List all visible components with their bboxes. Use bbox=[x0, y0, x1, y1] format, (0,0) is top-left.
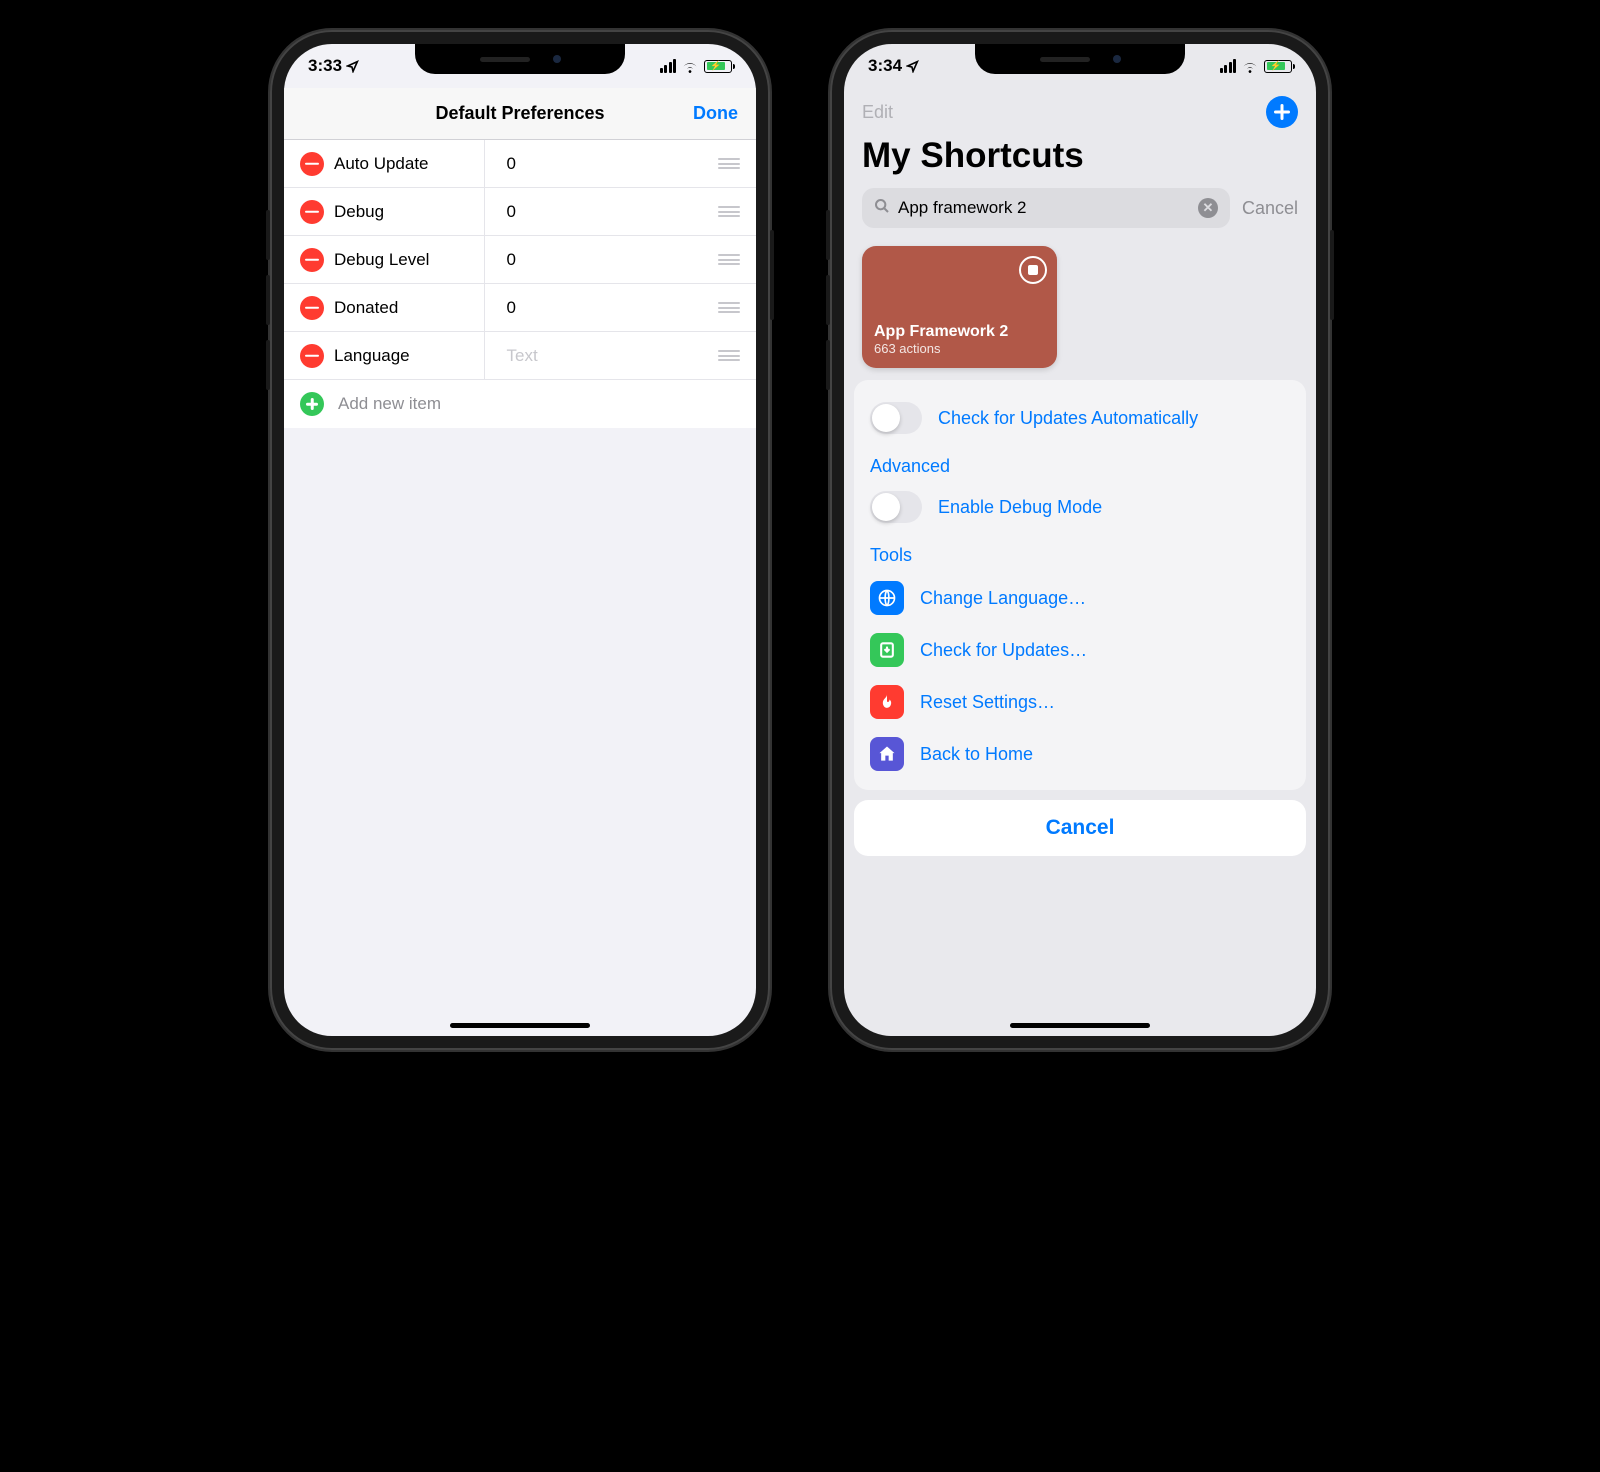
pref-key: Debug bbox=[334, 202, 474, 222]
pref-key: Language bbox=[334, 346, 474, 366]
plus-icon bbox=[300, 392, 324, 416]
pref-value[interactable]: 0 bbox=[495, 250, 709, 270]
toggle-label: Enable Debug Mode bbox=[938, 497, 1102, 518]
tool-label: Change Language… bbox=[920, 588, 1086, 609]
toggle-switch[interactable] bbox=[870, 491, 922, 523]
done-button[interactable]: Done bbox=[693, 103, 738, 124]
notch bbox=[415, 44, 625, 74]
section-header-tools: Tools bbox=[870, 531, 1290, 572]
wifi-icon bbox=[1241, 60, 1259, 73]
tool-label: Reset Settings… bbox=[920, 692, 1055, 713]
delete-icon[interactable] bbox=[300, 200, 324, 224]
table-row[interactable]: Debug Level 0 bbox=[284, 236, 756, 284]
search-icon bbox=[874, 198, 890, 219]
time-text: 3:33 bbox=[308, 56, 342, 76]
battery-icon: ⚡ bbox=[704, 60, 732, 73]
add-item-label: Add new item bbox=[338, 394, 441, 414]
pref-value-placeholder[interactable]: Text bbox=[495, 346, 709, 366]
signal-icon bbox=[660, 59, 677, 73]
clear-search-button[interactable]: ✕ bbox=[1198, 198, 1218, 218]
shortcut-meta: 663 actions bbox=[874, 341, 1045, 356]
search-query: App framework 2 bbox=[898, 198, 1190, 218]
search-row: App framework 2 ✕ Cancel bbox=[844, 188, 1316, 242]
topbar: Edit bbox=[844, 88, 1316, 128]
status-icons: ⚡ bbox=[1220, 59, 1293, 73]
shortcut-name: App Framework 2 bbox=[874, 323, 1045, 341]
pref-value[interactable]: 0 bbox=[495, 202, 709, 222]
tool-change-language[interactable]: Change Language… bbox=[870, 572, 1290, 624]
status-time: 3:34 bbox=[868, 56, 919, 76]
tool-check-updates[interactable]: Check for Updates… bbox=[870, 624, 1290, 676]
pref-key: Donated bbox=[334, 298, 474, 318]
tool-label: Check for Updates… bbox=[920, 640, 1087, 661]
enable-debug-row[interactable]: Enable Debug Mode bbox=[870, 483, 1290, 531]
signal-icon bbox=[1220, 59, 1237, 73]
drag-handle-icon[interactable] bbox=[718, 206, 740, 217]
toggle-label: Check for Updates Automatically bbox=[938, 408, 1198, 429]
pref-value[interactable]: 0 bbox=[495, 154, 709, 174]
action-sheet: Check for Updates Automatically Advanced… bbox=[854, 380, 1306, 790]
tool-reset-settings[interactable]: Reset Settings… bbox=[870, 676, 1290, 728]
table-row[interactable]: Donated 0 bbox=[284, 284, 756, 332]
phone-right: 3:34 ⚡ Edit My Shortcuts App framework 2… bbox=[830, 30, 1330, 1050]
location-icon bbox=[346, 60, 359, 73]
add-item-button[interactable]: Add new item bbox=[284, 380, 756, 428]
home-indicator[interactable] bbox=[1010, 1023, 1150, 1028]
drag-handle-icon[interactable] bbox=[718, 302, 740, 313]
navbar: Default Preferences Done bbox=[284, 88, 756, 140]
screen-shortcuts: 3:34 ⚡ Edit My Shortcuts App framework 2… bbox=[844, 44, 1316, 1036]
tool-back-home[interactable]: Back to Home bbox=[870, 728, 1290, 780]
check-updates-auto-row[interactable]: Check for Updates Automatically bbox=[870, 394, 1290, 442]
drag-handle-icon[interactable] bbox=[718, 350, 740, 361]
stop-icon[interactable] bbox=[1019, 256, 1047, 284]
pref-value[interactable]: 0 bbox=[495, 298, 709, 318]
table-row[interactable]: Auto Update 0 bbox=[284, 140, 756, 188]
home-icon bbox=[870, 737, 904, 771]
tool-label: Back to Home bbox=[920, 744, 1033, 765]
section-header-advanced: Advanced bbox=[870, 442, 1290, 483]
download-icon bbox=[870, 633, 904, 667]
time-text: 3:34 bbox=[868, 56, 902, 76]
globe-icon bbox=[870, 581, 904, 615]
status-icons: ⚡ bbox=[660, 59, 733, 73]
cancel-search-button[interactable]: Cancel bbox=[1242, 198, 1298, 219]
shortcut-card[interactable]: App Framework 2 663 actions bbox=[862, 246, 1057, 368]
drag-handle-icon[interactable] bbox=[718, 158, 740, 169]
page-title: Default Preferences bbox=[435, 103, 604, 124]
add-shortcut-button[interactable] bbox=[1266, 96, 1298, 128]
cancel-label: Cancel bbox=[1046, 816, 1115, 840]
drag-handle-icon[interactable] bbox=[718, 254, 740, 265]
toggle-switch[interactable] bbox=[870, 402, 922, 434]
pref-key: Debug Level bbox=[334, 250, 474, 270]
notch bbox=[975, 44, 1185, 74]
wifi-icon bbox=[681, 60, 699, 73]
location-icon bbox=[906, 60, 919, 73]
home-indicator[interactable] bbox=[450, 1023, 590, 1028]
screen-preferences: 3:33 ⚡ Default Preferences Done Auto Upd… bbox=[284, 44, 756, 1036]
battery-icon: ⚡ bbox=[1264, 60, 1292, 73]
pref-key: Auto Update bbox=[334, 154, 474, 174]
page-title: My Shortcuts bbox=[844, 128, 1316, 188]
edit-button[interactable]: Edit bbox=[862, 102, 893, 123]
phone-left: 3:33 ⚡ Default Preferences Done Auto Upd… bbox=[270, 30, 770, 1050]
delete-icon[interactable] bbox=[300, 248, 324, 272]
search-input[interactable]: App framework 2 ✕ bbox=[862, 188, 1230, 228]
delete-icon[interactable] bbox=[300, 344, 324, 368]
table-row[interactable]: Debug 0 bbox=[284, 188, 756, 236]
flame-icon bbox=[870, 685, 904, 719]
status-time: 3:33 bbox=[308, 56, 359, 76]
cancel-sheet-button[interactable]: Cancel bbox=[854, 800, 1306, 856]
delete-icon[interactable] bbox=[300, 152, 324, 176]
preferences-table: Auto Update 0 Debug 0 Debug Level 0 bbox=[284, 140, 756, 428]
delete-icon[interactable] bbox=[300, 296, 324, 320]
table-row[interactable]: Language Text bbox=[284, 332, 756, 380]
